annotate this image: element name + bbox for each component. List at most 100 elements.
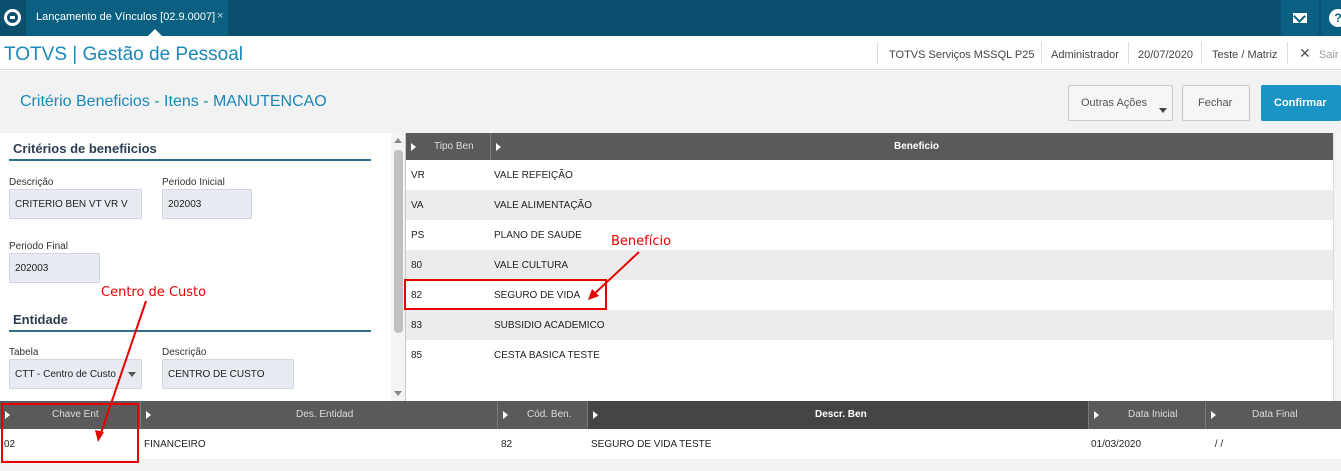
descricao-label: Descrição [9,177,54,188]
tabela-label: Tabela [9,347,39,358]
scroll-down-icon[interactable] [394,391,402,396]
benefit-highlight-box [404,279,607,310]
totvs-logo-icon[interactable] [4,9,21,26]
cell-data-inicial: 01/03/2020 [1091,439,1142,450]
cell-beneficio: SUBSIDIO ACADEMICO [494,320,605,331]
cost-center-annotation-label: Centro de Custo [101,285,207,300]
table-row[interactable]: 80 VALE CULTURA [406,250,1334,280]
periodo-inicial-field[interactable]: 202003 [162,189,252,219]
cell-tipo-ben: 85 [411,350,423,361]
column-header-label: Des. Entidad [296,409,354,420]
cell-des-entidad: FINANCEIRO [144,439,206,450]
exit-icon[interactable]: ✕ [1299,45,1311,62]
cell-tipo-ben: PS [411,230,425,241]
server-info[interactable]: TOTVS Serviços MSSQL P25 [889,49,1035,61]
confirm-button[interactable]: Confirmar [1261,85,1341,121]
divider [877,42,878,64]
help-icon: ? [1329,9,1341,27]
column-menu-icon[interactable] [503,411,508,419]
tab-close-icon[interactable]: × [217,10,223,22]
table-row[interactable]: PS PLANO DE SAUDE [406,220,1334,250]
entity-descricao-value: CENTRO DE CUSTO [168,369,265,380]
column-menu-icon[interactable] [496,143,501,151]
descricao-value: CRITERIO BEN VT VR V [15,199,128,210]
user-info[interactable]: Administrador [1051,49,1119,61]
cell-cod-ben: 82 [501,439,513,450]
column-menu-icon[interactable] [593,411,598,419]
divider [1041,42,1042,64]
table-row[interactable]: VA VALE ALIMENTAÇÃO [406,190,1334,220]
confirm-label: Confirmar [1274,97,1327,109]
column-header-data-final[interactable]: Data Final [1206,401,1341,429]
other-actions-button[interactable]: Outras Ações [1068,85,1173,121]
periodo-inicial-label: Periodo Inicial [162,177,225,188]
grid-footer [0,459,1341,471]
linked-items-grid: Chave Ent Des. Entidad Cód. Ben. Descr. … [0,401,1341,471]
close-button[interactable]: Fechar [1182,85,1250,121]
form-scrollbar[interactable] [391,133,405,401]
column-header-label: Beneficio [894,141,940,152]
periodo-final-value: 202003 [15,263,49,274]
column-header-label: Cód. Ben. [527,409,572,420]
column-header-label: Data Inicial [1128,409,1178,420]
app-header: TOTVS | Gestão de Pessoal TOTVS Serviços… [0,36,1341,70]
cell-tipo-ben: 83 [411,320,423,331]
scroll-thumb[interactable] [394,150,403,333]
column-header-label: Data Final [1252,409,1298,420]
column-menu-icon[interactable] [411,143,416,151]
column-header-des-entidad[interactable]: Des. Entidad [141,401,498,429]
scroll-up-icon[interactable] [394,138,402,143]
mail-button[interactable] [1281,0,1319,36]
entity-descricao-label: Descrição [162,347,207,358]
entity-descricao-field[interactable]: CENTRO DE CUSTO [162,359,294,389]
periodo-final-field[interactable]: 202003 [9,253,100,283]
divider [1128,42,1129,64]
benefit-grid-scrollbar[interactable] [1333,133,1341,401]
column-header-data-inicial[interactable]: Data Inicial [1089,401,1206,429]
exit-button[interactable]: Sair [1319,49,1339,61]
cell-beneficio: VALE ALIMENTAÇÃO [494,200,592,211]
other-actions-label: Outras Ações [1081,97,1148,109]
column-menu-icon[interactable] [1211,411,1216,419]
tabela-select[interactable]: CTT - Centro de Custo [9,359,142,389]
top-bar: Lançamento de Vínculos [02.9.0007] × ? [0,0,1341,36]
column-header-beneficio[interactable]: Beneficio [491,133,1334,160]
chevron-down-icon[interactable] [128,372,136,377]
section-divider [9,330,371,332]
column-menu-icon[interactable] [1094,411,1099,419]
divider [1201,42,1202,64]
tab-lancamento-vinculos[interactable]: Lançamento de Vínculos [02.9.0007] × [26,0,228,36]
branch-info[interactable]: Teste / Matriz [1212,49,1277,61]
benefit-annotation-label: Benefício [611,234,672,249]
table-row[interactable]: 02 FINANCEIRO 82 SEGURO DE VIDA TESTE 01… [0,429,1341,459]
cell-data-final: / / [1212,439,1224,450]
cell-beneficio: VALE REFEIÇÃO [494,170,573,181]
date-info[interactable]: 20/07/2020 [1138,49,1193,61]
table-row[interactable]: VR VALE REFEIÇÃO [406,160,1334,190]
column-header-cod-ben[interactable]: Cód. Ben. [498,401,588,429]
page-toolbar: Critério Beneficios - Itens - MANUTENCAO… [0,71,1341,133]
cell-beneficio: VALE CULTURA [494,260,569,271]
column-header-descr-ben[interactable]: Descr. Ben [588,401,1089,429]
close-label: Fechar [1198,97,1233,109]
tabela-value: CTT - Centro de Custo [15,369,116,380]
mail-icon [1293,13,1307,23]
cost-center-highlight-box [1,403,139,463]
column-menu-icon[interactable] [146,411,151,419]
table-row[interactable]: 85 CESTA BASICA TESTE [406,340,1334,370]
column-header-tipo-ben[interactable]: Tipo Ben [406,133,491,160]
tab-label: Lançamento de Vínculos [02.9.0007] [36,11,216,23]
help-button[interactable]: ? [1321,0,1341,36]
periodo-inicial-value: 202003 [168,199,202,210]
column-header-label: Tipo Ben [434,141,474,152]
periodo-final-label: Periodo Final [9,241,68,252]
benefit-grid: Tipo Ben Beneficio VR VALE REFEIÇÃO VA V… [405,133,1334,401]
descricao-field[interactable]: CRITERIO BEN VT VR V [9,189,142,219]
table-row[interactable]: 83 SUBSIDIO ACADEMICO [406,310,1334,340]
cell-beneficio: PLANO DE SAUDE [494,230,582,241]
criteria-section-title: Critérios de benefíicios [13,141,157,156]
section-divider [9,159,371,161]
cell-tipo-ben: VA [411,200,424,211]
linked-items-header: Chave Ent Des. Entidad Cód. Ben. Descr. … [0,401,1341,429]
app-title: TOTVS | Gestão de Pessoal [4,44,244,65]
